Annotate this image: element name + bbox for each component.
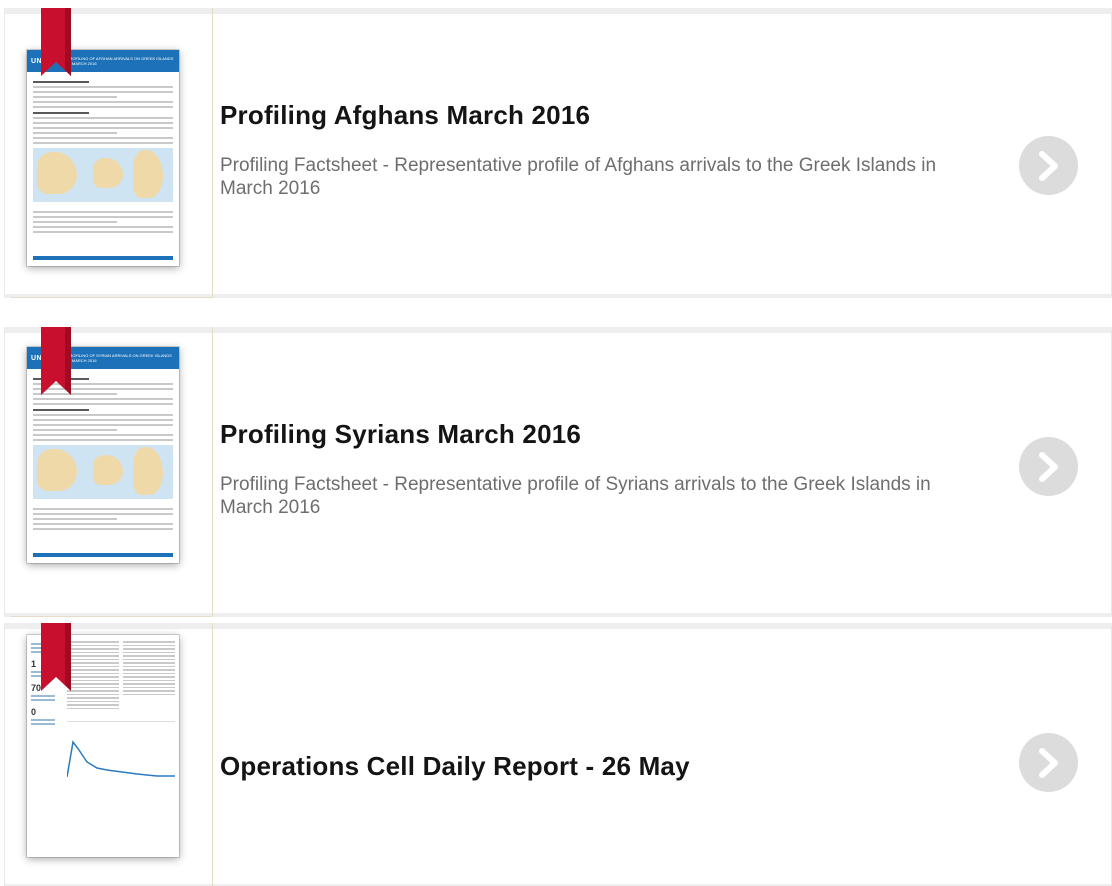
document-card[interactable]: 1 70 0 Operations Cell Daily Report - 26…: [4, 623, 1112, 886]
divider-vertical: [212, 8, 213, 298]
document-description: Profiling Factsheet - Representative pro…: [220, 155, 937, 199]
thumbnail-map: [33, 445, 173, 499]
report-body: [66, 641, 175, 781]
document-card[interactable]: UNHCR PROFILING OF SYRIAN ARRIVALS ON GR…: [4, 327, 1112, 617]
document-thumbnail[interactable]: UNHCR PROFILING OF AFGHAN ARRIVALS ON GR…: [27, 50, 179, 266]
document-description: Profiling Factsheet - Representative pro…: [220, 474, 931, 518]
document-title[interactable]: Operations Cell Daily Report - 26 May: [220, 751, 690, 782]
document-title[interactable]: Profiling Syrians March 2016: [220, 419, 581, 450]
next-button[interactable]: [1019, 733, 1078, 792]
report-chart: [66, 721, 175, 781]
document-title[interactable]: Profiling Afghans March 2016: [220, 100, 590, 131]
thumbnail-heading: PROFILING OF SYRIAN ARRIVALS ON GREEK IS…: [66, 353, 172, 363]
bookmark-ribbon-icon: [41, 8, 71, 76]
bookmark-ribbon-icon: [41, 327, 71, 395]
divider-horizontal: [11, 616, 211, 617]
document-card[interactable]: UNHCR PROFILING OF AFGHAN ARRIVALS ON GR…: [4, 8, 1112, 298]
report-stat: 0: [31, 707, 37, 717]
thumbnail-heading: PROFILING OF AFGHAN ARRIVALS ON GREEK IS…: [66, 56, 174, 66]
divider-vertical: [212, 327, 213, 617]
divider-horizontal: [11, 297, 211, 298]
divider-vertical: [212, 623, 213, 886]
chevron-right-icon: [1038, 451, 1058, 482]
next-button[interactable]: [1019, 437, 1078, 496]
chevron-right-icon: [1038, 747, 1058, 778]
chevron-right-icon: [1038, 150, 1058, 181]
next-button[interactable]: [1019, 136, 1078, 195]
thumbnail-map: [33, 148, 173, 202]
bookmark-ribbon-icon: [41, 623, 71, 691]
thumbnail-text: [27, 72, 179, 144]
